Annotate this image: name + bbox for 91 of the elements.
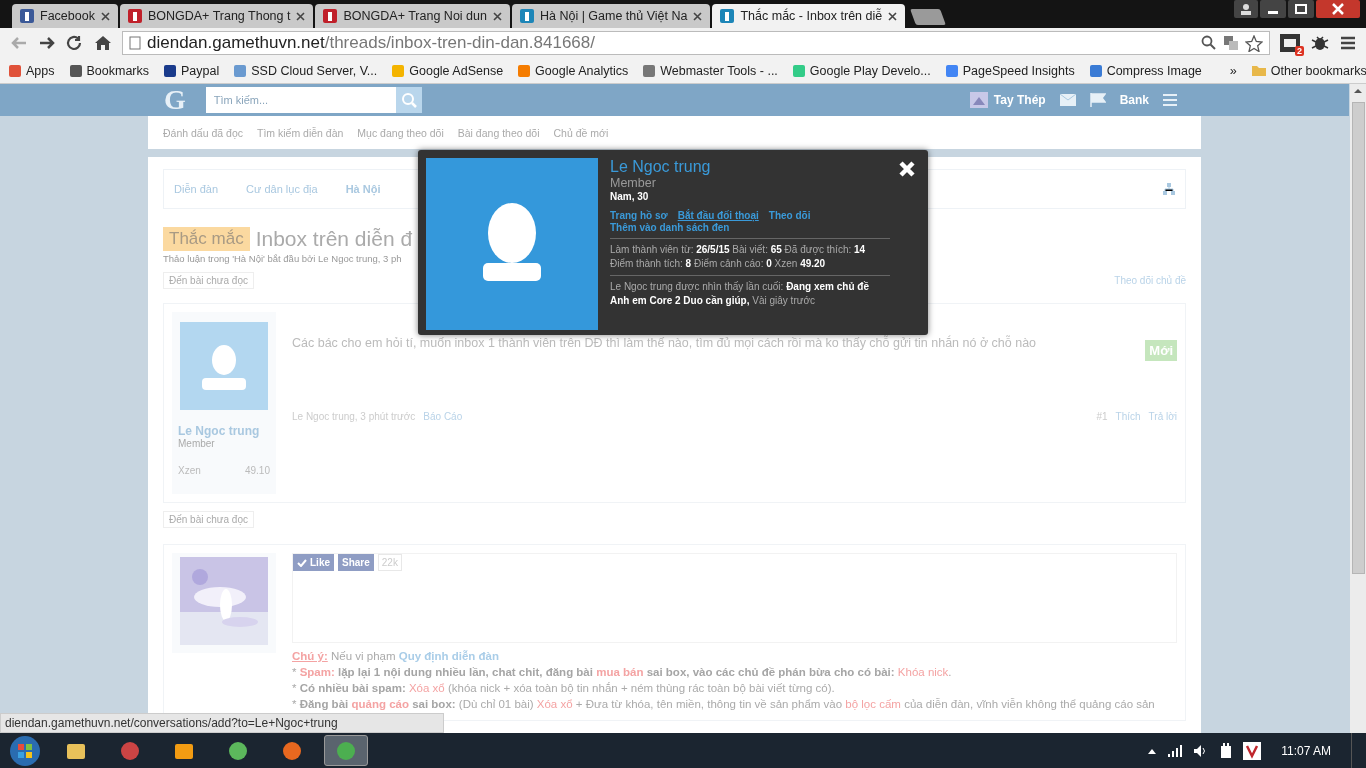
member-action-link[interactable]: Bắt đầu đối thoại xyxy=(677,210,759,222)
new-badge: Mới xyxy=(1145,340,1177,361)
menu-icon[interactable] xyxy=(1340,36,1356,50)
browser-tab[interactable]: Hà Nội | Game thủ Việt Na xyxy=(511,4,711,28)
minimize-icon[interactable] xyxy=(1260,0,1286,18)
forward-icon[interactable] xyxy=(38,35,56,51)
user-icon[interactable] xyxy=(1234,0,1258,18)
bookmark-item[interactable]: Webmaster Tools - ... xyxy=(642,63,778,78)
close-icon[interactable] xyxy=(693,11,703,21)
browser-tab[interactable]: BONGDA+ Trang Thong t xyxy=(119,4,314,28)
nav-link[interactable]: Tìm kiếm diễn đàn xyxy=(257,126,344,139)
restore-icon[interactable] xyxy=(1288,0,1314,18)
unread-button[interactable]: Đến bài chưa đọc xyxy=(163,511,254,528)
bookmark-icon[interactable] xyxy=(163,63,178,78)
zoom-icon[interactable] xyxy=(1201,35,1217,51)
site-icon xyxy=(20,9,34,23)
more-bookmarks-button[interactable]: » xyxy=(1229,63,1237,78)
avatar-icon xyxy=(426,158,598,330)
thread-meta: Thảo luận trong 'Hà Nội' bắt đầu bởi Le Ngoc trung, 3 ph xyxy=(163,253,402,264)
thread-prefix-tag[interactable]: Thắc mắc xyxy=(163,227,250,251)
rule-text: * Đăng bài quảng cáo sai box: (Dù chỉ 01 bài) Xóa xổ + Đưa từ khóa, tên miền, thông tin về sản phẩm vào bộ lọc cấm của diễn đàn, vĩnh viễn không thể quảng cáo sản xyxy=(292,697,1156,712)
bookmark-item[interactable]: Bookmarks xyxy=(68,63,150,78)
close-icon[interactable] xyxy=(296,11,306,21)
antivirus-icon[interactable] xyxy=(1243,741,1262,760)
new-tab-button[interactable] xyxy=(910,9,947,25)
rule-text: * Spam: lặp lại 1 nội dung nhiều lần, chat chit, đăng bài mua bán sai box, vào các chủ đề phán bừa cho có bài: Khóa nick. xyxy=(292,665,953,680)
member-title: Member xyxy=(610,176,657,190)
user-menu[interactable]: Tay Thép xyxy=(969,92,1046,108)
browser-tab[interactable]: Thắc mắc - Inbox trên diễ xyxy=(712,4,906,28)
nav-link[interactable]: Bài đang theo dõi xyxy=(457,126,540,139)
reload-icon[interactable] xyxy=(66,35,84,51)
member-action-link[interactable]: Trang hồ sơ xyxy=(610,210,668,222)
member-action-link[interactable]: Thêm vào danh sách đen xyxy=(610,222,730,234)
share-button[interactable]: Share xyxy=(338,554,374,571)
signal-icon[interactable] xyxy=(1167,744,1184,757)
member-name-link[interactable]: Le Ngoc trung xyxy=(610,158,890,176)
app-icon[interactable] xyxy=(281,739,303,762)
close-icon[interactable] xyxy=(100,11,110,21)
rule-text: * Có nhiều bài spam: Xóa xổ (khóa nick + xóa toàn bộ tin nhắn + ném thùng rác toàn bộ bài viết từng có). xyxy=(292,681,836,696)
browser-tab[interactable]: Facebook xyxy=(12,4,118,28)
stat-label: Xzen xyxy=(178,465,201,476)
bookmark-item[interactable]: PageSpeed Insights xyxy=(944,63,1075,78)
sitemap-icon[interactable] xyxy=(1163,183,1175,195)
bookmark-item[interactable]: Apps xyxy=(8,63,55,78)
bookmark-item[interactable]: Google Play Develo... xyxy=(791,63,931,78)
address-field[interactable]: diendan.gamethuvn.net/threads/inbox-tren-din-dan.841668/ xyxy=(122,31,1270,55)
nav-link[interactable]: Chủ đề mới xyxy=(553,126,609,139)
bookmark-item[interactable]: Google AdSense xyxy=(391,63,504,78)
close-icon[interactable] xyxy=(888,11,898,21)
account-link[interactable]: Bank xyxy=(1119,93,1149,107)
extension-button[interactable]: 2 xyxy=(1280,34,1300,52)
member-stats: Làm thành viên từ: 26/5/15 Bài viết: 65 Đã được thích: 14 Điểm thành tích: 8 Điểm cảnh cáo: 0 Xzen 49.20 xyxy=(610,243,867,271)
bookmark-item[interactable]: Google Analytics xyxy=(517,63,629,78)
unread-button[interactable]: Đến bài chưa đọc xyxy=(163,272,254,289)
bookmark-icon[interactable] xyxy=(642,63,657,78)
translate-icon[interactable] xyxy=(1223,35,1239,51)
rule-text: Chú ý: Nếu vi phạm Quy định diễn đàn xyxy=(292,649,501,664)
check-icon[interactable] xyxy=(297,558,307,567)
nav-link[interactable]: Mục đang theo dõi xyxy=(357,126,444,139)
clock: 11:07 AM xyxy=(1281,743,1331,758)
site-icon xyxy=(323,9,338,23)
search-field[interactable]: Tìm kiếm... xyxy=(205,87,396,113)
thread-title: Inbox trên diễn đ xyxy=(255,227,413,251)
site-icon xyxy=(720,9,735,23)
power-icon[interactable] xyxy=(1219,742,1234,759)
bookmark-star-icon[interactable] xyxy=(1245,34,1263,52)
app-icon[interactable] xyxy=(227,739,249,762)
site-icon xyxy=(519,9,534,23)
bug-icon[interactable] xyxy=(1310,34,1330,52)
notification-badge: 2 xyxy=(1295,46,1304,56)
bookmark-icon[interactable] xyxy=(68,63,83,78)
close-icon[interactable] xyxy=(1316,0,1360,18)
other-bookmarks-folder[interactable]: Other bookmarks xyxy=(1250,63,1366,78)
nav-link[interactable]: Đánh dấu đã đọc xyxy=(163,126,243,139)
home-icon[interactable] xyxy=(94,35,112,51)
bookmark-item[interactable]: Paypal xyxy=(163,63,220,78)
member-info: Nam, 30 xyxy=(610,191,650,202)
post-message: Các bác cho em hỏi tí, muốn inbox 1 thành viên trên DĐ thì làm thế nào, tìm đủ mọi cách rồi mà ko thấy chỗ gửi tin nhắn nó ở chỗ nào xyxy=(292,334,1038,350)
site-logo[interactable]: G xyxy=(164,84,186,116)
bookmark-item[interactable]: Compress Image xyxy=(1088,63,1202,78)
author-title: Member xyxy=(178,438,215,449)
browser-tab[interactable]: BONGDA+ Trang Noi dun xyxy=(315,4,510,28)
status-url: diendan.gamethuvn.net/conversations/add?to=Le+Ngoc+trung xyxy=(0,713,444,733)
stat-value: 49.10 xyxy=(244,465,270,476)
site-icon xyxy=(127,9,142,23)
member-action-link[interactable]: Theo dõi xyxy=(768,210,811,222)
like-button[interactable]: Like xyxy=(293,554,334,571)
close-icon[interactable] xyxy=(492,11,502,21)
scrollbar-thumb[interactable] xyxy=(1351,102,1365,574)
last-seen-text: Le Ngoc trung được nhìn thấy lần cuối: Đang xem chủ đề Anh em Core 2 Duo cần giúp, Vài giây trước xyxy=(610,280,870,308)
bookmark-item[interactable]: SSD Cloud Server, V... xyxy=(233,63,378,78)
